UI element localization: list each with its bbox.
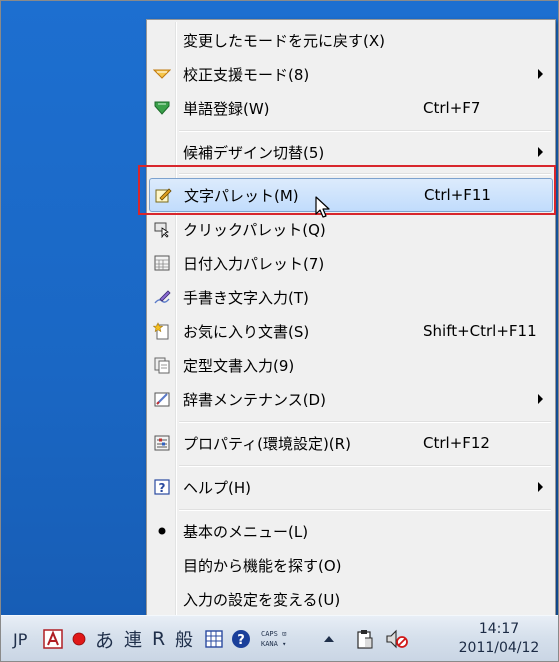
clock-time: 14:17 — [478, 621, 520, 637]
dictionary-icon — [151, 388, 173, 410]
menu-item-date-palette[interactable]: 日付入力パレット(7) — [149, 246, 553, 280]
menu-item-handwriting[interactable]: 手書き文字入力(T) — [149, 280, 553, 314]
menu-item-label: 定型文書入力(9) — [183, 356, 295, 375]
menu-item-label: 変更したモードを元に戻す(X) — [183, 31, 385, 50]
menu-item-template-docs[interactable]: 定型文書入力(9) — [149, 348, 553, 382]
menu-item-dictionary-maintenance[interactable]: 辞書メンテナンス(D) — [149, 382, 553, 416]
menu-item-label: プロパティ(環境設定)(R) — [183, 434, 351, 453]
properties-icon — [151, 432, 173, 454]
menu-item-label: お気に入り文書(S) — [183, 322, 310, 341]
ime-logo-icon[interactable] — [43, 616, 63, 661]
dropdown-arrow-icon: ▾ — [282, 640, 287, 648]
menu-item-input-settings[interactable]: 入力の設定を変える(U) — [149, 582, 553, 616]
menu-item-word-register[interactable]: 単語登録(W) Ctrl+F7 — [149, 91, 553, 125]
tray-expand-arrow-icon[interactable] — [323, 616, 335, 661]
taskbar: JP あ 連 R 般 ? CAPS ⊡ KANA ▾ 14:17 2011/04… — [1, 615, 558, 661]
menu-item-label: 入力の設定を変える(U) — [183, 590, 341, 609]
template-document-icon — [151, 354, 173, 376]
menu-item-properties[interactable]: プロパティ(環境設定)(R) Ctrl+F12 — [149, 426, 553, 460]
menu-item-label: 辞書メンテナンス(D) — [183, 390, 326, 409]
calendar-icon — [151, 252, 173, 274]
menu-item-candidate-design[interactable]: 候補デザイン切替(5) — [149, 135, 553, 169]
highlight-annotation-box — [138, 165, 556, 215]
roman-input-button[interactable]: R — [152, 616, 166, 661]
menu-item-basic-menu[interactable]: 基本のメニュー(L) — [149, 514, 553, 548]
check-pencil-icon — [151, 63, 173, 85]
book-arrow-icon — [151, 97, 173, 119]
conversion-mode-button[interactable]: 連 — [124, 616, 142, 661]
ime-context-menu: 変更したモードを元に戻す(X) 校正支援モード(8) 単語登録(W) Ctrl+… — [146, 19, 556, 619]
menu-item-label: 単語登録(W) — [183, 99, 270, 118]
menu-separator — [179, 130, 551, 132]
screenshot-frame: 変更したモードを元に戻す(X) 校正支援モード(8) 単語登録(W) Ctrl+… — [0, 0, 559, 662]
volume-muted-icon[interactable] — [385, 616, 409, 661]
hiragana-mode-button[interactable]: あ — [95, 616, 115, 661]
menu-item-label: 候補デザイン切替(5) — [183, 143, 325, 162]
menu-item-label: 基本のメニュー(L) — [183, 522, 309, 541]
menu-item-label: 日付入力パレット(7) — [183, 254, 325, 273]
palette-grid-icon[interactable] — [205, 616, 223, 661]
language-indicator[interactable]: JP — [13, 616, 28, 661]
help-circle-icon[interactable]: ? — [231, 616, 251, 661]
submenu-arrow-icon — [538, 394, 543, 404]
bullet-icon — [151, 520, 173, 542]
svg-text:?: ? — [237, 633, 245, 648]
menu-item-click-palette[interactable]: クリックパレット(Q) — [149, 212, 553, 246]
submenu-arrow-icon — [538, 147, 543, 157]
hiragana-mode-label: あ — [95, 629, 115, 652]
menu-item-favorite-docs[interactable]: お気に入り文書(S) Shift+Ctrl+F11 — [149, 314, 553, 348]
star-document-icon — [151, 320, 173, 342]
menu-item-label: 手書き文字入力(T) — [183, 288, 309, 307]
input-mode-red-dot-icon[interactable] — [71, 616, 87, 661]
menu-item-find-function[interactable]: 目的から機能を探す(O) — [149, 548, 553, 582]
menu-item-shortcut: Shift+Ctrl+F11 — [423, 322, 537, 340]
menu-item-label: 校正支援モード(8) — [183, 65, 310, 84]
menu-separator — [179, 421, 551, 423]
submenu-arrow-icon — [538, 482, 543, 492]
clock[interactable]: 14:17 2011/04/12 — [446, 620, 552, 658]
menu-item-shortcut: Ctrl+F12 — [423, 434, 490, 452]
submenu-arrow-icon — [538, 69, 543, 79]
conversion-mode-label: 連 — [124, 630, 142, 651]
click-palette-icon — [151, 218, 173, 240]
help-icon: ? — [151, 476, 173, 498]
caps-kana-indicator[interactable]: CAPS ⊡ KANA ▾ — [261, 616, 286, 661]
menu-item-help[interactable]: ? ヘルプ(H) — [149, 470, 553, 504]
caps-label: CAPS — [261, 630, 278, 638]
menu-separator — [179, 509, 551, 511]
mouse-cursor-icon — [315, 196, 330, 218]
dictionary-mode-label: 般 — [175, 630, 193, 651]
handwriting-pen-icon — [151, 286, 173, 308]
caps-lock-icon: ⊡ — [282, 630, 287, 638]
menu-item-label: クリックパレット(Q) — [183, 220, 326, 239]
menu-item-label: ヘルプ(H) — [183, 478, 251, 497]
kana-label: KANA — [261, 640, 278, 648]
language-label: JP — [13, 629, 28, 649]
caps-kana-labels: CAPS ⊡ KANA ▾ — [261, 629, 286, 649]
dictionary-mode-button[interactable]: 般 — [175, 616, 193, 661]
roman-input-label: R — [152, 628, 166, 650]
menu-item-undo-mode[interactable]: 変更したモードを元に戻す(X) — [149, 23, 553, 57]
menu-item-shortcut: Ctrl+F7 — [423, 99, 481, 117]
menu-separator — [179, 465, 551, 467]
clipboard-tray-icon[interactable] — [355, 616, 375, 661]
menu-item-label: 目的から機能を探す(O) — [183, 556, 342, 575]
clock-date: 2011/04/12 — [458, 640, 540, 656]
svg-text:?: ? — [159, 481, 166, 495]
menu-item-proofreading-mode[interactable]: 校正支援モード(8) — [149, 57, 553, 91]
